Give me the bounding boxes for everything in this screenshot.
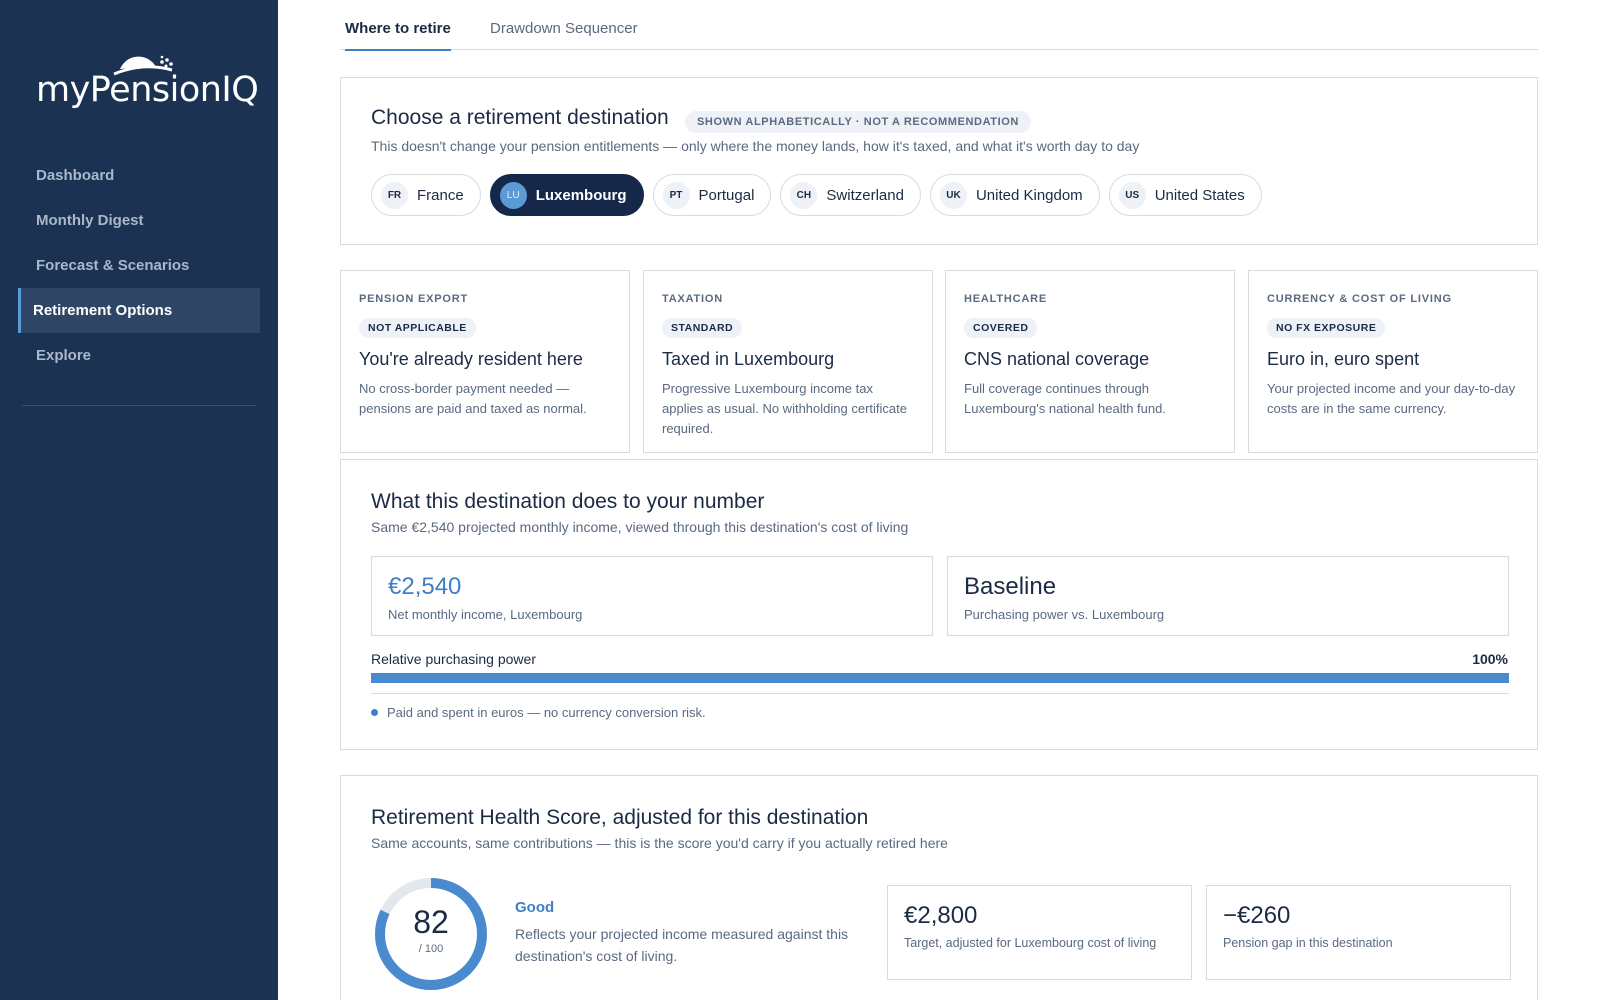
info-card-label: TAXATION [662,293,723,305]
logo[interactable]: myPensionIQ [36,40,259,115]
country-name: Luxembourg [535,186,627,204]
info-card-title: Taxed in Luxembourg [662,349,835,369]
currency-note: Paid and spent in euros — no currency co… [371,705,706,720]
sidebar-divider [22,405,256,406]
purchasing-power-bar-fill [371,673,1509,683]
country-code-badge: US [1118,181,1146,209]
country-code-badge: FR [381,181,408,209]
country-code-badge: CH [790,181,818,209]
sidebar-item-retirement-options[interactable]: Retirement Options [18,288,260,333]
purchasing-power-value: Baseline [964,573,1057,600]
info-card-label: PENSION EXPORT [359,293,468,305]
currency-note-text: Paid and spent in euros — no currency co… [387,705,706,720]
tab-where-to-retire[interactable]: Where to retire [345,20,451,51]
score-max: / 100 [418,943,444,955]
country-chip-portugal[interactable]: PT Portugal [652,174,772,216]
info-card-desc: Full coverage continues through Luxembou… [964,381,1166,416]
net-income-stat: €2,540 Net monthly income, Luxembourg [371,556,933,636]
pension-gap-caption: Pension gap in this destination [1223,936,1393,950]
number-subtitle: Same €2,540 projected monthly income, vi… [371,519,909,535]
info-card-desc: No cross-border payment needed — pension… [359,381,587,416]
destination-badge: SHOWN ALPHABETICALLY · NOT A RECOMMENDAT… [685,111,1031,133]
status-badge: COVERED [964,318,1038,338]
status-badge: NOT APPLICABLE [359,318,476,338]
score-description: Reflects your projected income measured … [515,926,849,964]
info-card-title: You're already resident here [359,349,583,369]
purchasing-power-bar-label: Relative purchasing power [371,651,536,667]
health-title: Retirement Health Score, adjusted for th… [371,806,869,829]
net-income-caption: Net monthly income, Luxembourg [388,607,583,622]
info-card-title: Euro in, euro spent [1267,349,1420,369]
score-gauge: 82 / 100 [371,874,491,994]
country-chip-united-states[interactable]: US United States [1108,174,1262,216]
purchasing-power-stat: Baseline Purchasing power vs. Luxembourg [947,556,1509,636]
pension-gap-stat: −€260 Pension gap in this destination [1206,885,1511,980]
number-title: What this destination does to your numbe… [371,490,765,513]
sidebar: myPensionIQ Dashboard Monthly Digest For… [0,0,278,1000]
country-chips: FR France LU Luxembourg PT Portugal CH S… [371,174,1262,216]
info-card-desc: Your projected income and your day-to-da… [1267,381,1516,416]
logo-text: myPensionIQ [36,70,259,110]
info-card-label: HEALTHCARE [964,293,1047,305]
health-score-card: Retirement Health Score, adjusted for th… [340,775,1538,1000]
country-name: United States [1154,186,1245,204]
sidebar-item-monthly-digest[interactable]: Monthly Digest [18,198,260,243]
country-name: United Kingdom [975,186,1083,204]
tab-bar: Where to retire Drawdown Sequencer [340,14,1538,51]
country-code-badge: LU [499,181,527,209]
target-caption: Target, adjusted for Luxembourg cost of … [904,936,1157,950]
info-card-healthcare: HEALTHCARE COVERED CNS national coverage… [945,270,1235,453]
country-chip-switzerland[interactable]: CH Switzerland [780,174,921,216]
country-code-badge: PT [662,181,690,209]
purchasing-power-caption: Purchasing power vs. Luxembourg [964,607,1165,622]
health-subtitle: Same accounts, same contributions — this… [371,835,948,851]
info-card-desc: Progressive Luxembourg income tax applie… [662,381,907,436]
pension-gap-value: −€260 [1223,902,1291,929]
purchasing-power-percent: 100% [1472,651,1508,667]
target-value: €2,800 [904,902,978,929]
status-badge: NO FX EXPOSURE [1267,318,1386,338]
tab-drawdown-sequencer[interactable]: Drawdown Sequencer [490,20,638,49]
sidebar-nav: Dashboard Monthly Digest Forecast & Scen… [18,153,260,378]
target-stat: €2,800 Target, adjusted for Luxembourg c… [887,885,1192,980]
sidebar-item-dashboard[interactable]: Dashboard [18,153,260,198]
country-code-badge: UK [939,181,967,209]
sidebar-item-forecast-scenarios[interactable]: Forecast & Scenarios [18,243,260,288]
info-card-pension-export: PENSION EXPORT NOT APPLICABLE You're alr… [340,270,630,453]
destination-title: Choose a retirement destination [371,106,669,129]
destination-number-card: What this destination does to your numbe… [340,459,1538,750]
country-name: Portugal [698,186,755,204]
country-name: Switzerland [826,186,904,204]
info-card-label: CURRENCY & COST OF LIVING [1267,293,1452,305]
divider [371,693,1509,694]
score-value: 82 [413,904,449,940]
country-name: France [417,186,464,204]
destination-subtitle: This doesn't change your pension entitle… [371,138,1140,154]
country-chip-united-kingdom[interactable]: UK United Kingdom [929,174,1100,216]
info-card-title: CNS national coverage [964,349,1150,369]
bullet-dot-icon [371,709,378,716]
destination-card: Choose a retirement destination SHOWN AL… [340,77,1538,245]
country-chip-luxembourg[interactable]: LU Luxembourg [489,174,644,216]
status-badge: STANDARD [662,318,743,338]
score-status: Good [515,899,555,916]
net-income-value: €2,540 [388,573,462,600]
info-card-currency: CURRENCY & COST OF LIVING NO FX EXPOSURE… [1248,270,1538,453]
country-chip-france[interactable]: FR France [371,174,481,216]
info-card-taxation: TAXATION STANDARD Taxed in Luxembourg Pr… [643,270,933,453]
purchasing-power-bar [371,673,1509,683]
sidebar-item-explore[interactable]: Explore [18,333,260,378]
